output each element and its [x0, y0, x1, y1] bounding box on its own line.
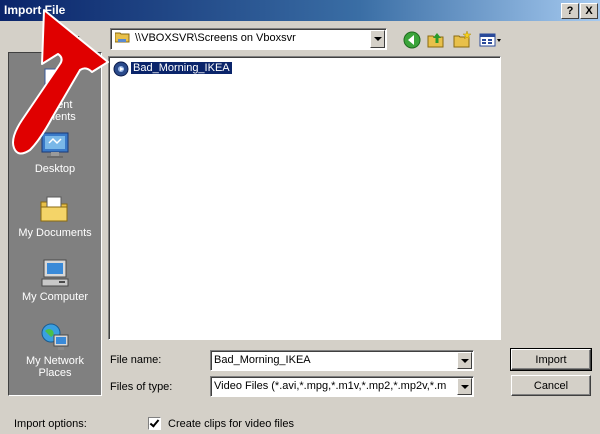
place-desktop-label: Desktop [34, 163, 76, 175]
place-my-computer[interactable]: My Computer [9, 257, 101, 303]
place-my-network[interactable]: My Network Places [9, 321, 101, 379]
desktop-icon [41, 132, 69, 158]
look-in-value: \\VBOXSVR\Screens on Vboxsvr [135, 32, 296, 44]
place-my-computer-label: My Computer [21, 291, 89, 303]
import-file-dialog: Import File ? X k in: \\VBOXSVR\Screens … [0, 0, 600, 434]
file-name-input[interactable]: Bad_Morning_IKEA [210, 350, 474, 371]
view-menu-icon[interactable] [478, 30, 502, 50]
file-name-label: File name: [110, 354, 162, 366]
new-folder-icon[interactable] [452, 30, 472, 50]
files-of-type-label: Files of type: [110, 381, 173, 393]
place-my-network-label-1: My Network [25, 355, 85, 367]
cancel-button[interactable]: Cancel [511, 375, 591, 396]
place-my-documents-label: My Documents [18, 227, 92, 239]
title-bar[interactable]: Import File ? X [0, 0, 600, 21]
my-documents-icon [40, 196, 68, 222]
file-name-dropdown-arrow-icon[interactable] [457, 352, 472, 369]
place-recent-label-1: Recent [37, 99, 73, 111]
place-my-network-label-2: Places [38, 367, 72, 379]
my-computer-icon [41, 259, 69, 287]
recent-documents-icon [44, 68, 68, 95]
back-icon[interactable] [402, 30, 422, 50]
file-name-value: Bad_Morning_IKEA [214, 354, 311, 366]
place-recent-label-2: cuments [34, 111, 76, 123]
files-of-type-value: Video Files (*.avi,*.mpg,*.m1v,*.mp2,*.m… [214, 380, 447, 392]
import-options-label: Import options: [14, 418, 87, 430]
file-name-text: Bad_Morning_IKEA [131, 62, 232, 74]
network-folder-icon [115, 32, 130, 43]
window-title: Import File [4, 3, 66, 17]
create-clips-checkbox[interactable] [148, 417, 161, 430]
place-my-documents[interactable]: My Documents [9, 193, 101, 239]
import-button[interactable]: Import [510, 348, 592, 371]
files-of-type-dropdown-arrow-icon[interactable] [457, 378, 472, 395]
file-list[interactable]: Bad_Morning_IKEA [108, 56, 501, 340]
my-network-places-icon [41, 323, 69, 350]
look-in-label: k in: [60, 33, 81, 45]
place-recent-documents[interactable]: Recent cuments [9, 65, 101, 123]
look-in-dropdown[interactable]: \\VBOXSVR\Screens on Vboxsvr [110, 28, 387, 50]
create-clips-label[interactable]: Create clips for video files [168, 418, 294, 430]
files-of-type-dropdown[interactable]: Video Files (*.avi,*.mpg,*.m1v,*.mp2,*.m… [210, 376, 474, 397]
help-button[interactable]: ? [561, 3, 579, 19]
video-file-icon [113, 61, 129, 77]
places-bar: Recent cuments Desktop My Documents My C… [8, 52, 102, 396]
look-in-dropdown-arrow-icon[interactable] [370, 30, 385, 48]
up-folder-icon[interactable] [426, 30, 446, 50]
close-button[interactable]: X [580, 3, 598, 19]
place-desktop[interactable]: Desktop [9, 129, 101, 175]
